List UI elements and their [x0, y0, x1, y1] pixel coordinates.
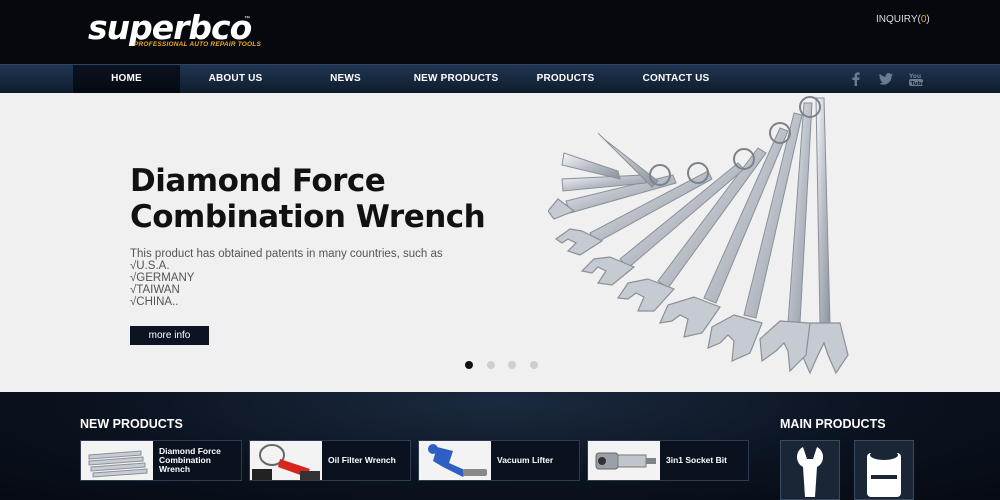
logo-trademark: ™	[244, 16, 250, 22]
wrench-icon	[797, 447, 823, 497]
slider-dot-4[interactable]	[530, 361, 538, 369]
hero-desc-line: √CHINA..	[130, 296, 179, 308]
nav-new-products[interactable]: NEW PRODUCTS	[400, 65, 512, 93]
product-thumb-socket-bit	[588, 441, 660, 480]
hero-title: Diamond Force Combination Wrench	[130, 163, 486, 235]
product-card[interactable]: 3in1 Socket Bit	[587, 440, 749, 481]
product-name: Diamond Force Combination Wrench	[159, 446, 221, 474]
hero-banner: Diamond Force Combination Wrench This pr…	[0, 93, 1000, 392]
slider-dot-1[interactable]	[465, 361, 473, 369]
twitter-icon[interactable]	[878, 71, 894, 87]
hero-title-line2: Combination Wrench	[130, 199, 486, 235]
inquiry-close: )	[926, 14, 930, 25]
main-products-title: MAIN PRODUCTS	[780, 417, 886, 431]
more-info-button[interactable]: more info	[130, 326, 209, 345]
main-product-wrench[interactable]	[780, 440, 840, 500]
nav-contact-us[interactable]: CONTACT US	[621, 65, 731, 93]
hero-desc-line: √GERMANY	[130, 272, 195, 284]
product-thumb-vacuum-lifter	[419, 441, 491, 480]
nav-about-us[interactable]: ABOUT US	[182, 65, 289, 93]
youtube-icon[interactable]: You Tube	[908, 71, 924, 87]
site-header: superbco ™ PROFESSIONAL AUTO REPAIR TOOL…	[0, 0, 1000, 64]
slider-dot-2[interactable]	[487, 361, 495, 369]
product-card[interactable]: Vacuum Lifter	[418, 440, 580, 481]
hero-desc-line: √TAIWAN	[130, 284, 180, 296]
svg-text:You: You	[908, 73, 921, 80]
main-product-socket[interactable]	[854, 440, 914, 500]
hero-desc-line: √U.S.A.	[130, 260, 170, 272]
nav-products[interactable]: PRODUCTS	[512, 65, 619, 93]
product-thumb-oil-filter-wrench	[250, 441, 322, 480]
product-thumb-wrench	[81, 441, 153, 480]
inquiry-link[interactable]: INQUIRY(0)	[876, 14, 930, 25]
facebook-icon[interactable]	[848, 71, 864, 87]
main-nav: HOME ABOUT US NEWS NEW PRODUCTS PRODUCTS…	[0, 64, 1000, 93]
nav-home[interactable]: HOME	[73, 65, 180, 93]
wrench-thumb-icon	[88, 450, 148, 478]
product-name: Vacuum Lifter	[497, 455, 554, 465]
brand-logo[interactable]: superbco ™ PROFESSIONAL AUTO REPAIR TOOL…	[88, 8, 261, 54]
product-card[interactable]: Oil Filter Wrench	[249, 440, 411, 481]
svg-text:Tube: Tube	[911, 81, 925, 87]
socket-icon	[867, 450, 901, 497]
hero-description: This product has obtained patents in man…	[130, 248, 443, 308]
slider-dot-3[interactable]	[508, 361, 516, 369]
wrench-set-image	[548, 96, 849, 375]
bottom-section: NEW PRODUCTS Diamond Force Combination W…	[0, 392, 1000, 500]
inquiry-label: INQUIRY(	[876, 14, 921, 25]
product-name: Oil Filter Wrench	[328, 455, 396, 465]
nav-news[interactable]: NEWS	[292, 65, 399, 93]
oil-filter-wrench-icon	[252, 444, 320, 480]
logo-tagline: PROFESSIONAL AUTO REPAIR TOOLS	[134, 41, 261, 48]
hero-title-line1: Diamond Force	[130, 163, 386, 199]
hero-desc-line: This product has obtained patents in man…	[130, 248, 443, 260]
product-name: 3in1 Socket Bit	[666, 455, 727, 465]
product-card[interactable]: Diamond Force Combination Wrench	[80, 440, 242, 481]
vacuum-lifter-icon	[428, 444, 487, 477]
socket-bit-icon	[595, 452, 656, 470]
new-products-title: NEW PRODUCTS	[80, 417, 183, 431]
